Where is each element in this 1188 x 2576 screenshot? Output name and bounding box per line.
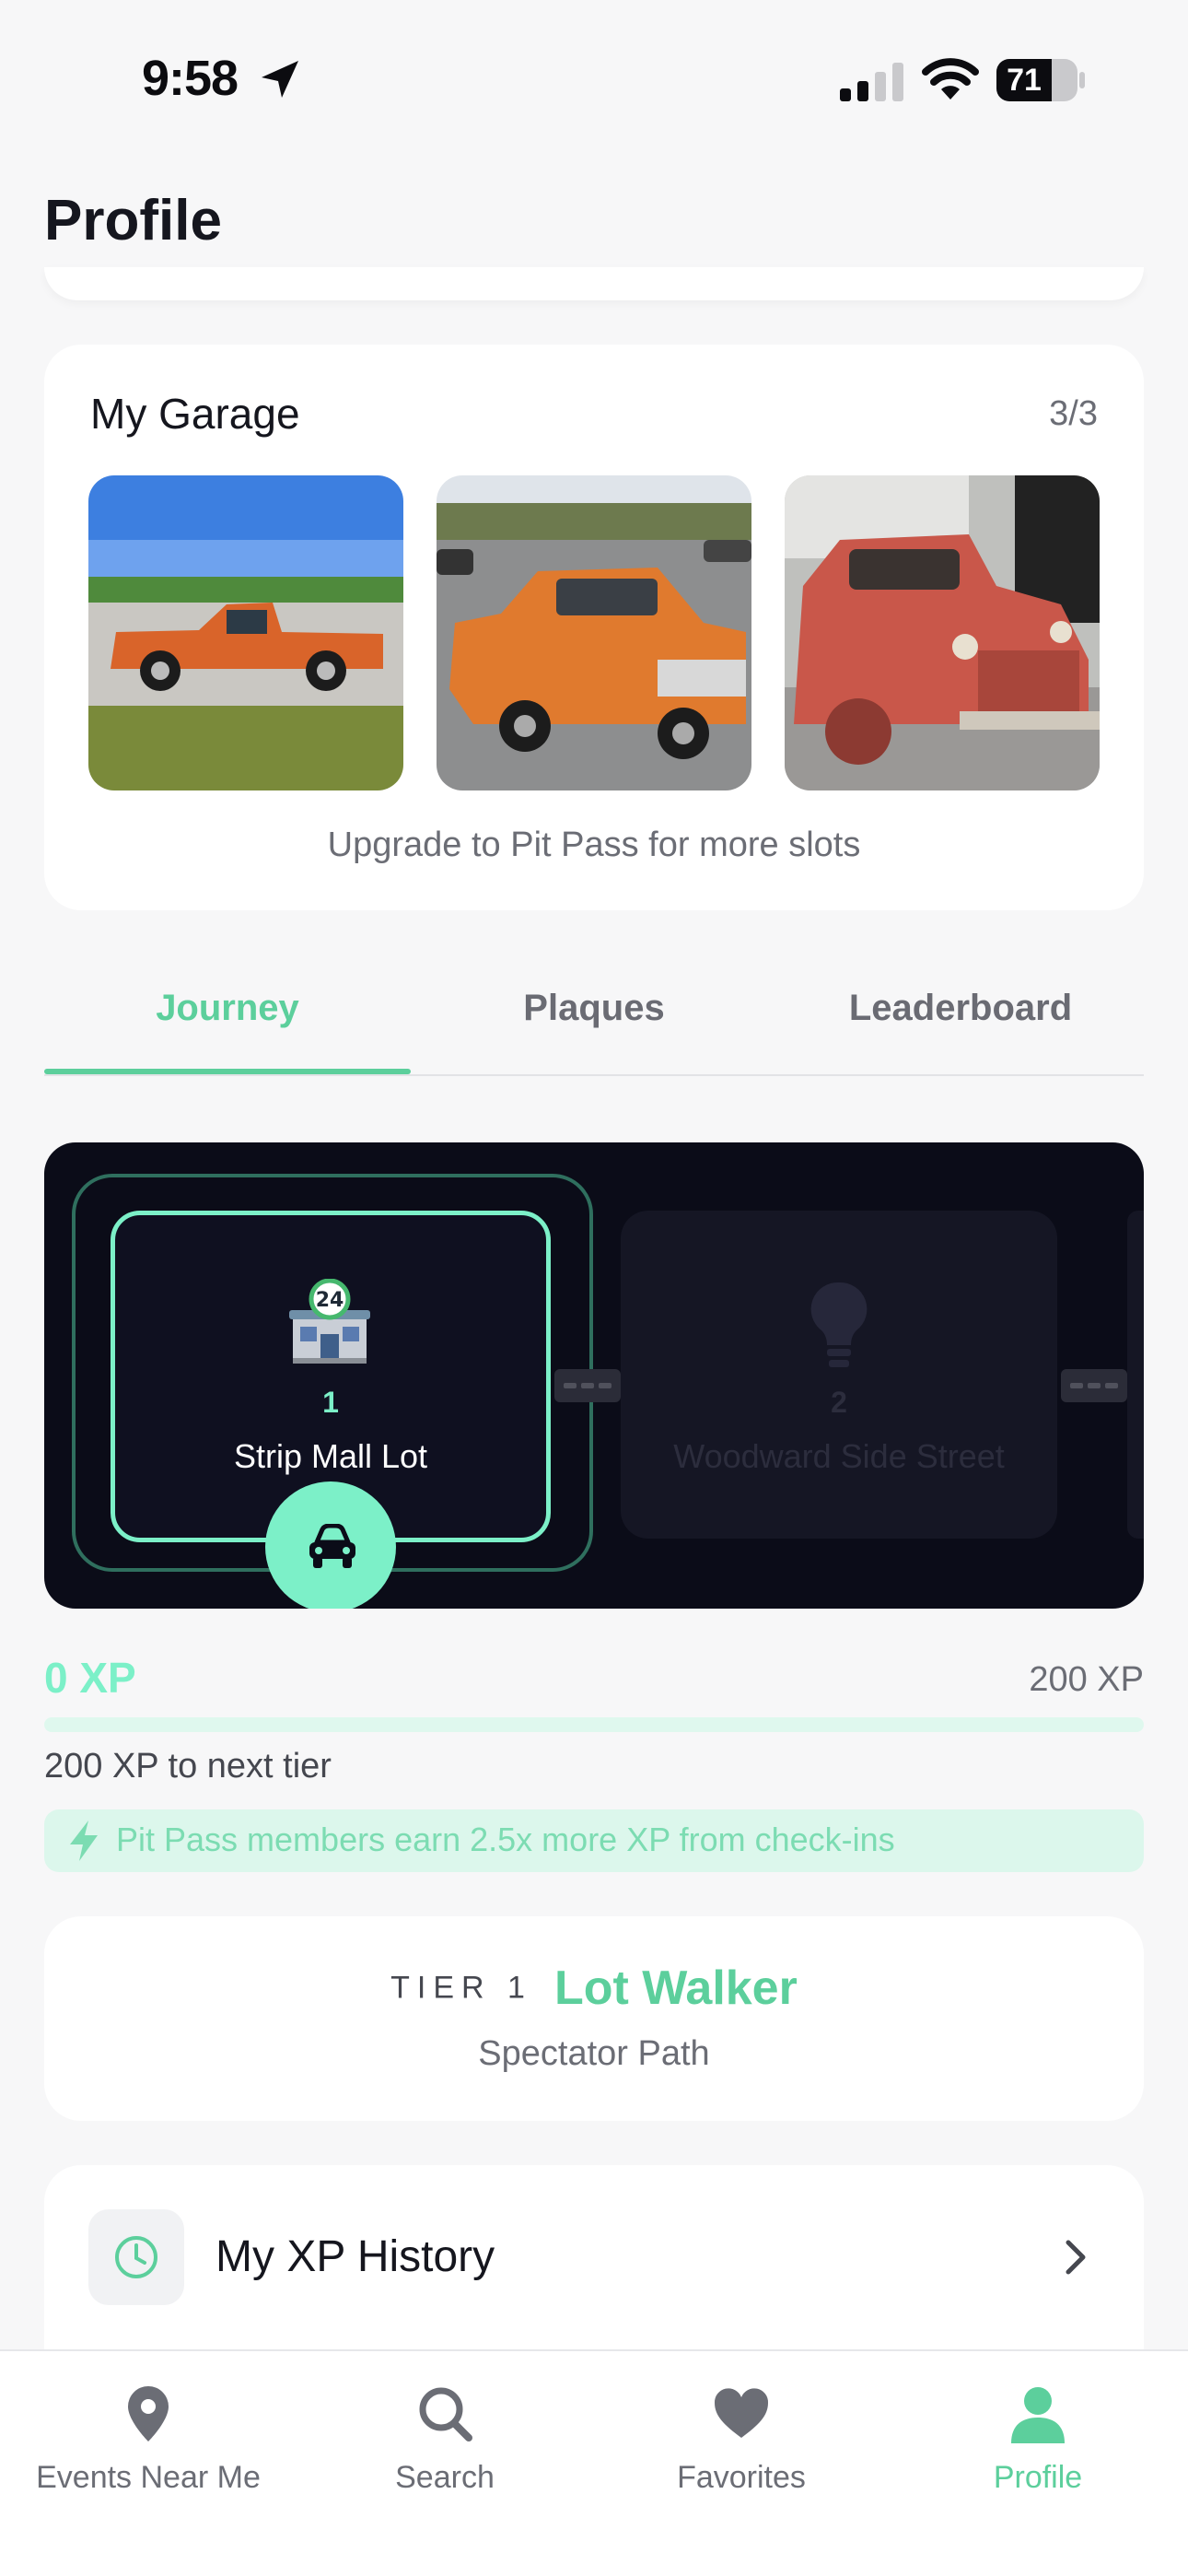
map-pin-icon <box>128 2386 169 2441</box>
tier-path: Spectator Path <box>478 2034 710 2073</box>
pit-pass-promo[interactable]: Pit Pass members earn 2.5x more XP from … <box>44 1809 1144 1872</box>
battery-indicator: 71 <box>996 59 1085 101</box>
lightbulb-icon <box>810 1282 868 1367</box>
xp-goal: 200 XP <box>1029 1660 1144 1699</box>
garage-card: My Garage 3/3 Upgrade to Pit Pass for mo… <box>44 345 1144 910</box>
cellular-signal-icon <box>840 63 903 101</box>
nav-search[interactable]: Search <box>297 2373 593 2512</box>
nav-events-near-me[interactable]: Events Near Me <box>0 2373 297 2512</box>
nav-favorites[interactable]: Favorites <box>593 2373 890 2512</box>
tab-plaques[interactable]: Plaques <box>411 988 777 1029</box>
tab-leaderboard[interactable]: Leaderboard <box>777 988 1144 1029</box>
xp-to-next-tier: 200 XP to next tier <box>44 1747 332 1786</box>
person-icon <box>1011 2387 1065 2443</box>
battery-level: 71 <box>1007 63 1042 98</box>
tier-card: TIER 1 Lot Walker Spectator Path <box>44 1916 1144 2121</box>
tab-divider <box>44 1074 1144 1076</box>
nav-profile[interactable]: Profile <box>890 2373 1186 2512</box>
nav-label: Profile <box>993 2460 1083 2495</box>
page-title: Profile <box>44 189 222 252</box>
locked-tier-name: Woodward Side Street <box>673 1437 1005 1475</box>
garage-photo-1[interactable] <box>88 475 403 790</box>
status-time: 9:58 <box>142 51 239 106</box>
locked-tier-number: 2 <box>831 1386 847 1419</box>
nav-label: Favorites <box>677 2460 806 2495</box>
tier-title: Lot Walker <box>553 1961 798 2015</box>
journey-track[interactable]: 24 1 Strip Mall Lot 2 Woodward Side Stre… <box>44 1142 1144 1609</box>
tab-journey[interactable]: Journey <box>44 988 411 1029</box>
tab-active-indicator <box>44 1069 411 1074</box>
garage-photo-3[interactable] <box>785 475 1100 790</box>
xp-current: 0 XP <box>44 1654 136 1702</box>
upgrade-hint[interactable]: Upgrade to Pit Pass for more slots <box>44 825 1144 865</box>
bottom-nav: Events Near Me Search Favorites Profile <box>0 2349 1188 2576</box>
tier-label: TIER 1 <box>390 1970 532 2006</box>
next-tier-card-edge <box>1127 1211 1144 1539</box>
nav-label: Events Near Me <box>36 2460 261 2495</box>
previous-card-edge <box>44 267 1144 300</box>
car-icon <box>309 1524 355 1568</box>
heart-icon <box>714 2388 769 2438</box>
track-connector <box>1061 1369 1127 1402</box>
garage-photo-2[interactable] <box>437 475 751 790</box>
svg-text:24: 24 <box>316 1289 344 1312</box>
wifi-icon <box>922 58 979 100</box>
xp-history-label: My XP History <box>215 2232 495 2281</box>
current-tier-name: Strip Mall Lot <box>233 1437 428 1475</box>
current-tier-number: 1 <box>322 1386 339 1419</box>
locked-tier-card[interactable] <box>621 1211 1057 1539</box>
garage-title: My Garage <box>90 390 300 438</box>
strip-mall-icon: 24 <box>289 1279 370 1364</box>
tier-heading: TIER 1 Lot Walker <box>44 1961 1144 2016</box>
nav-label: Search <box>395 2460 495 2495</box>
search-icon <box>419 2387 472 2441</box>
clock-icon <box>115 2236 157 2278</box>
pit-pass-promo-text: Pit Pass members earn 2.5x more XP from … <box>116 1821 895 1858</box>
lightning-icon <box>70 1821 98 1861</box>
xp-history-row[interactable]: My XP History <box>44 2165 1144 2349</box>
chevron-right-icon <box>1066 2240 1086 2275</box>
location-arrow-icon <box>262 61 298 98</box>
garage-count: 3/3 <box>1049 394 1098 433</box>
xp-progress-bar <box>44 1717 1144 1732</box>
track-connector <box>554 1369 621 1402</box>
